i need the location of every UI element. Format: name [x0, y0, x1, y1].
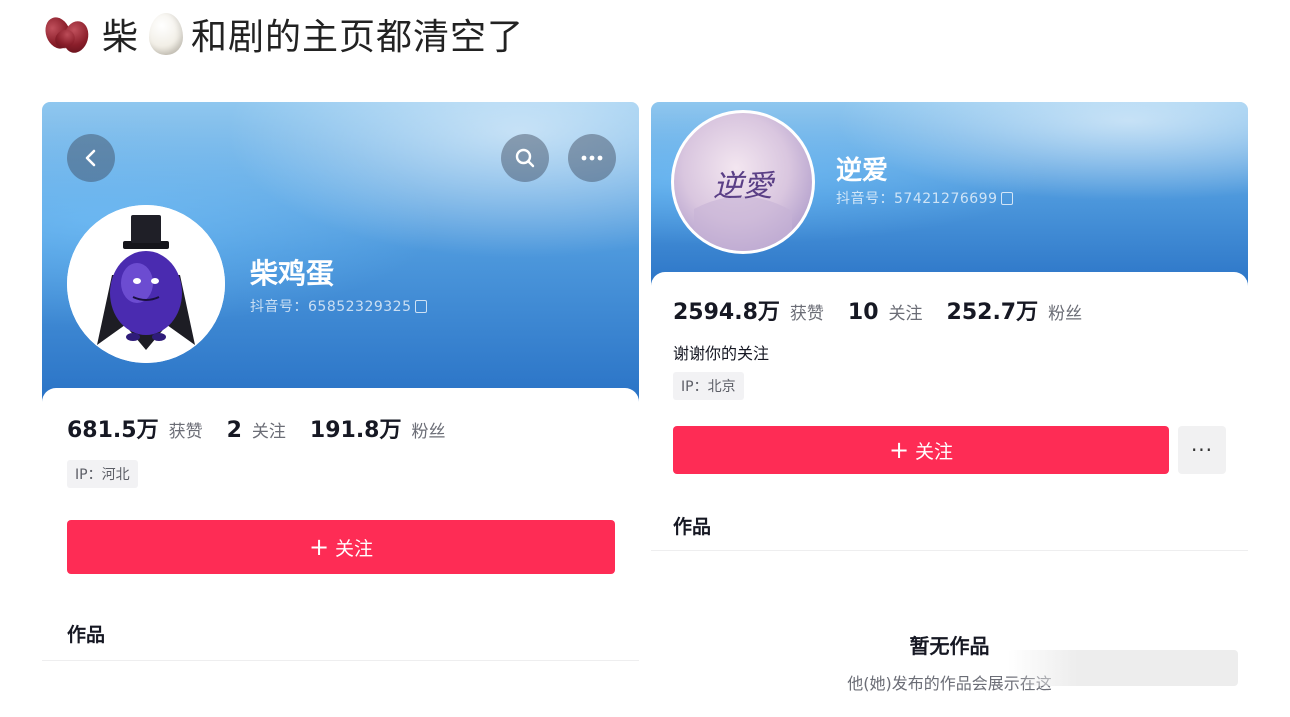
profile-name: 逆爱 [836, 156, 889, 186]
tab-divider [651, 550, 1248, 551]
douyin-id-text: 抖音号：57421276699 [836, 191, 998, 207]
profile-info-panel: 2594.8万 获赞 10 关注 252.7万 粉丝 谢谢你的关注 IP：北京 … [651, 272, 1248, 702]
likes-label: 获赞 [168, 422, 203, 442]
profile-name: 柴鸡蛋 [250, 257, 335, 290]
douyin-id-text: 抖音号：65852329325 [250, 299, 412, 315]
copy-icon[interactable] [415, 299, 428, 313]
plus-icon: + [888, 436, 910, 464]
search-button[interactable] [501, 134, 549, 182]
tab-works[interactable]: 作品 [67, 620, 105, 647]
follow-button[interactable]: + 关注 [67, 520, 615, 574]
likes-count: 2594.8万 [673, 300, 780, 325]
profile-bio: 谢谢你的关注 [673, 344, 770, 363]
watermark-overlay [1008, 650, 1238, 686]
following-label[interactable]: 关注 [252, 417, 286, 442]
follow-button-label: 关注 [915, 440, 954, 463]
avatar-title-text: 逆愛 [713, 169, 773, 204]
profile-stats: 681.5万 获赞 2 关注 191.8万 粉丝 [67, 412, 460, 444]
copy-icon[interactable] [1001, 191, 1014, 205]
followers-count[interactable]: 252.7万 [947, 294, 1039, 326]
plus-icon: + [308, 533, 330, 561]
back-button[interactable] [67, 134, 115, 182]
douyin-id: 抖音号：65852329325 [250, 296, 428, 316]
douyin-id: 抖音号：57421276699 [836, 188, 1014, 208]
egg-emoji-icon [149, 13, 184, 55]
drama-poster-avatar[interactable]: 逆愛 [671, 110, 815, 254]
post-title-part1: 柴 [102, 17, 140, 58]
more-dots-icon: ··· [1190, 438, 1214, 462]
beans-emoji-icon [41, 11, 96, 57]
profile-info-panel: 681.5万 获赞 2 关注 191.8万 粉丝 IP：河北 + 关注 作品 [42, 388, 639, 702]
more-options-button[interactable] [568, 134, 616, 182]
avatar[interactable] [67, 205, 225, 363]
search-icon [515, 148, 535, 168]
likes-label: 获赞 [789, 304, 824, 324]
post-title: 柴 和剧的主页都清空了 [41, 8, 525, 60]
tab-divider [42, 660, 639, 661]
ip-location-tag: IP：北京 [673, 372, 744, 400]
more-button[interactable]: ··· [1178, 426, 1226, 474]
following-count[interactable]: 10 [848, 300, 879, 325]
post-title-part2: 和剧的主页都清空了 [191, 17, 525, 58]
profile-screenshot-left: 柴鸡蛋 抖音号：65852329325 681.5万 获赞 2 关注 191.8… [42, 102, 639, 702]
back-icon [85, 149, 96, 167]
followers-count[interactable]: 191.8万 [310, 412, 402, 444]
purple-monster-avatar-image [67, 205, 225, 363]
following-label[interactable]: 关注 [889, 299, 923, 324]
tab-works[interactable]: 作品 [673, 512, 711, 539]
profile-stats: 2594.8万 获赞 10 关注 252.7万 粉丝 [673, 294, 1096, 326]
followers-label[interactable]: 粉丝 [412, 417, 446, 442]
follow-button[interactable]: + 关注 [673, 426, 1169, 474]
profile-screenshot-right: 逆愛 逆爱 抖音号：57421276699 2594.8万 获赞 10 关注 2… [651, 102, 1248, 702]
ip-location-tag: IP：河北 [67, 460, 138, 488]
following-count[interactable]: 2 [227, 418, 242, 443]
follow-button-label: 关注 [335, 537, 374, 560]
more-icon [581, 155, 603, 161]
followers-label[interactable]: 粉丝 [1048, 299, 1082, 324]
likes-count: 681.5万 [67, 418, 159, 443]
